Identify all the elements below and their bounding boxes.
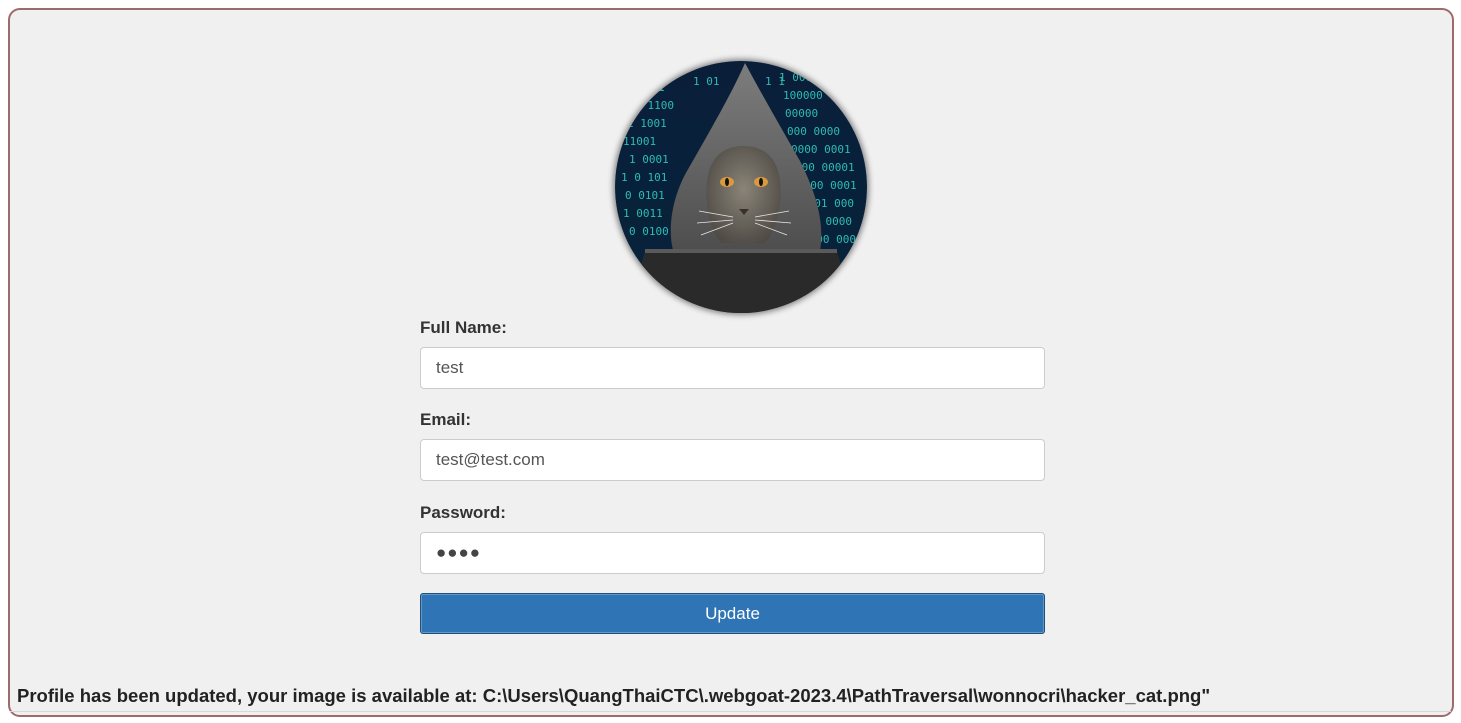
svg-text:1 0 1100: 1 0 1100 — [621, 99, 674, 112]
svg-text:1 0 101: 1 0 101 — [621, 171, 667, 184]
svg-text:00000: 00000 — [785, 107, 818, 120]
email-label: Email: — [420, 410, 472, 429]
password-masked-value: ●●●● — [436, 543, 482, 562]
svg-text:1 0001: 1 0001 — [629, 153, 669, 166]
full-name-input[interactable]: test — [420, 347, 1045, 389]
svg-text:0 0100: 0 0100 — [629, 225, 669, 238]
svg-text:1 0001: 1 0001 — [625, 81, 665, 94]
full-name-label: Full Name: — [420, 318, 507, 337]
svg-text:1 0000: 1 0000 — [779, 71, 819, 84]
svg-text:1 1001: 1 1001 — [627, 117, 667, 130]
svg-text:1 01: 1 01 — [693, 75, 720, 88]
svg-text:1 0011: 1 0011 — [623, 207, 663, 220]
svg-text:11001: 11001 — [623, 135, 656, 148]
svg-text:100000: 100000 — [783, 89, 823, 102]
svg-text:0000 0001: 0000 0001 — [791, 143, 851, 156]
profile-avatar-image: 1 0001 1 0 1100 1 1001 11001 1 0001 1 0 … — [615, 61, 867, 313]
svg-text:000 0000: 000 0000 — [787, 125, 840, 138]
password-label: Password: — [420, 503, 506, 522]
divider — [10, 711, 1451, 712]
hacker-cat-image: 1 0001 1 0 1100 1 1001 11001 1 0001 1 0 … — [615, 61, 867, 313]
update-button[interactable]: Update — [420, 593, 1045, 634]
status-message: Profile has been updated, your image is … — [17, 685, 1211, 706]
svg-text:0 0101: 0 0101 — [625, 189, 665, 202]
email-value: test@test.com — [436, 450, 545, 469]
svg-text:1 1: 1 1 — [765, 75, 785, 88]
full-name-value: test — [436, 358, 464, 377]
email-input[interactable]: test@test.com — [420, 439, 1045, 481]
password-input[interactable]: ●●●● — [420, 532, 1045, 574]
